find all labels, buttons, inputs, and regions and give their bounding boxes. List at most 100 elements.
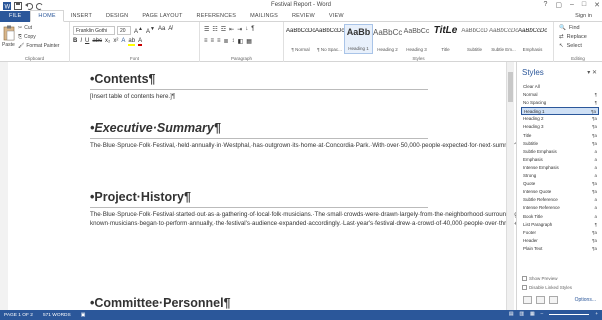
bold-button[interactable]: B (73, 38, 77, 46)
borders-icon[interactable]: ▦ (246, 38, 252, 45)
style-list-item[interactable]: Intense Quote ¶a (521, 188, 599, 196)
new-style-icon[interactable] (523, 296, 532, 304)
highlight-icon[interactable]: ab (128, 38, 136, 46)
increase-indent-icon[interactable]: ⇥ (237, 26, 242, 33)
minimize-icon[interactable]: – (570, 1, 574, 9)
style-heading-3[interactable]: AaBbCc Heading 3 (402, 24, 431, 54)
style-heading-1[interactable]: AaBb Heading 1 (344, 24, 373, 54)
manage-styles-icon[interactable] (549, 296, 558, 304)
style-list-item[interactable]: Subtle Emphasis a (521, 148, 599, 156)
close-icon[interactable]: ✕ (594, 1, 600, 9)
vertical-scrollbar[interactable] (506, 62, 514, 310)
heading-project-history[interactable]: •Project·History¶ (90, 190, 191, 204)
clear-formatting-icon[interactable]: A̸ (168, 26, 172, 35)
line-spacing-icon[interactable]: ↕ (232, 38, 235, 45)
tab-mailings[interactable]: MAILINGS (243, 11, 285, 22)
font-color-icon[interactable]: A (138, 38, 143, 46)
style-list-item[interactable]: Subtitle ¶a (521, 140, 599, 148)
font-size-box[interactable]: 20 (117, 26, 131, 35)
tab-home[interactable]: HOME (30, 10, 64, 22)
style-subtle-emphasis[interactable]: AaBbCcDc Subtle Em... (489, 24, 518, 54)
align-right-icon[interactable]: ≡ (217, 38, 221, 45)
style-list-item[interactable]: Normal ¶ (521, 91, 599, 99)
align-left-icon[interactable]: ≡ (204, 38, 208, 45)
chevron-down-icon[interactable]: ▾ (587, 70, 590, 76)
style-list-item[interactable]: Footer ¶a (521, 229, 599, 237)
options-link[interactable]: Options... (575, 297, 596, 303)
tab-references[interactable]: REFERENCES (190, 11, 244, 22)
close-icon[interactable]: ✕ (592, 70, 597, 76)
show-preview-checkbox[interactable]: Show Preview (522, 276, 558, 281)
decrease-indent-icon[interactable]: ⇤ (229, 26, 234, 33)
page-count[interactable]: PAGE 1 OF 2 (4, 313, 33, 318)
style-heading-2[interactable]: AaBbCc Heading 2 (373, 24, 402, 54)
sign-in-link[interactable]: Sign in (575, 13, 592, 19)
heading-committee-personnel[interactable]: •Committee·Personnel¶ (90, 296, 231, 310)
style-list-item[interactable]: No Spacing ¶ (521, 99, 599, 107)
shading-icon[interactable]: ◧ (238, 38, 244, 45)
find-button[interactable]: 🔍 Find (559, 25, 580, 31)
help-icon[interactable]: ? (543, 1, 547, 9)
replace-button[interactable]: ⇄ Replace (559, 34, 587, 40)
shrink-font-icon[interactable]: A▼ (146, 26, 155, 35)
align-center-icon[interactable]: ≡ (211, 38, 215, 45)
style-normal[interactable]: AaBbCcDc ¶ Normal (286, 24, 315, 54)
tab-review[interactable]: REVIEW (285, 11, 322, 22)
style-list-item[interactable]: Heading 1 ¶a (521, 107, 599, 116)
paste-button-label[interactable]: Paste (2, 42, 15, 48)
ribbon-display-icon[interactable]: ▢ (555, 1, 562, 9)
style-list-item[interactable]: Book Title a (521, 213, 599, 221)
paste-icon[interactable] (3, 25, 15, 41)
style-list-item[interactable]: Quote ¶a (521, 180, 599, 188)
zoom-slider[interactable] (549, 314, 590, 315)
scrollbar-thumb[interactable] (508, 72, 513, 102)
zoom-out-icon[interactable]: – (541, 312, 544, 317)
style-list-item[interactable]: Subtle Reference a (521, 196, 599, 204)
show-marks-icon[interactable]: ¶ (251, 26, 254, 33)
grow-font-icon[interactable]: A▲ (134, 26, 143, 35)
underline-button[interactable]: U (85, 38, 89, 46)
copy-button[interactable]: ⎘ Copy (18, 34, 36, 40)
read-mode-icon[interactable]: ▤ (509, 312, 514, 317)
style-list-item[interactable]: Strong a (521, 172, 599, 180)
checkbox-box[interactable] (522, 285, 527, 290)
style-title[interactable]: TitLe Title (431, 24, 460, 54)
word-count[interactable]: 571 WORDS (43, 313, 71, 318)
proofing-icon[interactable]: ▣ (81, 313, 86, 318)
style-list-item[interactable]: Title ¶a (521, 132, 599, 140)
style-list-item[interactable]: Heading 3 ¶a (521, 123, 599, 131)
style-list-item[interactable]: Header ¶a (521, 237, 599, 245)
maximize-icon[interactable]: □ (582, 1, 586, 9)
tab-file[interactable]: FILE (0, 10, 31, 22)
sort-icon[interactable]: ↓ (245, 26, 248, 33)
tab-view[interactable]: VIEW (322, 11, 351, 22)
multilevel-list-icon[interactable]: ☲ (221, 26, 226, 33)
tab-page-layout[interactable]: PAGE LAYOUT (135, 11, 189, 22)
style-emphasis[interactable]: AaBbCcDc Emphasis (518, 24, 547, 54)
strikethrough-button[interactable]: abc (92, 38, 102, 46)
subscript-button[interactable]: x₂ (105, 38, 110, 46)
justify-icon[interactable]: ≣ (224, 38, 229, 45)
format-painter-button[interactable]: 🖌 Format Painter (18, 43, 59, 49)
style-inspector-icon[interactable] (536, 296, 545, 304)
zoom-in-icon[interactable]: + (595, 312, 598, 317)
style-list-item[interactable]: Clear All (521, 83, 599, 91)
style-list-item[interactable]: Plain Text ¶a (521, 245, 599, 253)
heading-contents[interactable]: •Contents¶ (90, 72, 156, 86)
style-no-spacing[interactable]: AaBbCcDc ¶ No Spac... (315, 24, 344, 54)
style-list-item[interactable]: Emphasis a (521, 156, 599, 164)
style-list-item[interactable]: Intense Reference a (521, 204, 599, 212)
heading-executive-summary[interactable]: •Executive·Summary¶ (90, 121, 221, 135)
text-effects-icon[interactable]: A (121, 38, 125, 46)
web-layout-icon[interactable]: ▦ (530, 312, 535, 317)
document-page[interactable]: •Contents¶ [Insert table of contents her… (90, 68, 516, 310)
style-list-item[interactable]: Intense Emphasis a (521, 164, 599, 172)
cut-button[interactable]: ✂ Cut (18, 25, 32, 31)
disable-linked-styles-checkbox[interactable]: Disable Linked Styles (522, 285, 572, 290)
tab-insert[interactable]: INSERT (64, 11, 99, 22)
italic-button[interactable]: I (80, 38, 82, 46)
style-list-item[interactable]: Heading 2 ¶a (521, 115, 599, 123)
select-button[interactable]: ↖ Select (559, 43, 582, 49)
style-subtitle[interactable]: AaBbCcD Subtitle (460, 24, 489, 54)
change-case-icon[interactable]: Aa (158, 26, 165, 35)
